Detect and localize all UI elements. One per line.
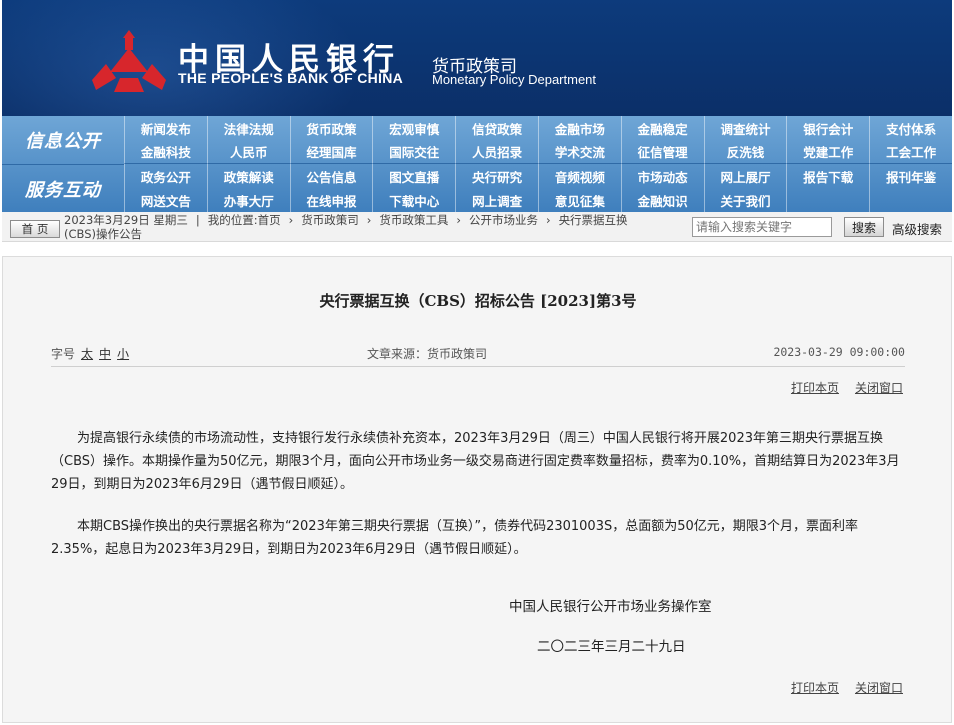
article-tools-bottom: 打印本页 关闭窗口 bbox=[775, 679, 903, 696]
breadcrumb-bar: 首 页 2023年3月29日 星期三 | 我的位置:首页 › 货币政策司 › 货币政策工具 ›… bbox=[2, 212, 952, 242]
nav-item[interactable]: 金融知识 bbox=[620, 188, 704, 212]
print-page-link[interactable]: 打印本页 bbox=[791, 681, 839, 695]
nav-item[interactable]: 新闻发布 bbox=[124, 116, 207, 140]
article-title: 央行票据互换（CBS）招标公告 [2023]第3号 bbox=[319, 292, 637, 310]
nav-grid: 新闻发布 法律法规 货币政策 宏观审慎 信贷政策 金融市场 金融稳定 调查统计 银行会计 支付体系… bbox=[124, 116, 952, 212]
nav-item[interactable]: 征信管理 bbox=[620, 140, 704, 164]
nav-item[interactable]: 经理国库 bbox=[289, 140, 373, 164]
article-paragraph: 为提高银行永续债的市场流动性，支持银行发行永续债补充资本，2023年3月29日（… bbox=[51, 431, 900, 492]
nav-item[interactable]: 图文直播 bbox=[372, 164, 455, 188]
nav-item[interactable]: 工会工作 bbox=[869, 140, 952, 164]
nav-item[interactable]: 政务公开 bbox=[124, 164, 207, 188]
nav-item[interactable]: 关于我们 bbox=[703, 188, 787, 212]
main-nav: 信息公开 服务互动 新闻发布 法律法规 货币政策 宏观审慎 信贷政策 金融市场 金融稳定 调查… bbox=[2, 116, 952, 212]
print-page-link[interactable]: 打印本页 bbox=[791, 381, 839, 395]
nav-section-service-interaction: 服务互动 bbox=[2, 164, 124, 212]
nav-item bbox=[786, 188, 869, 212]
nav-item[interactable]: 网上展厅 bbox=[703, 164, 787, 188]
nav-item[interactable]: 金融市场 bbox=[537, 116, 621, 140]
font-size-label: 字号 bbox=[51, 347, 76, 361]
nav-item[interactable]: 反洗钱 bbox=[703, 140, 787, 164]
signature-org: 中国人民银行公开市场业务操作室 bbox=[509, 599, 712, 615]
nav-item[interactable]: 办事大厅 bbox=[206, 188, 290, 212]
dept-name-en: Monetary Policy Department bbox=[432, 72, 597, 87]
font-size-control: 字号太中小 bbox=[51, 345, 129, 362]
pboc-logo-icon bbox=[92, 30, 166, 92]
breadcrumb-current: (CBS)操作公告 bbox=[64, 227, 142, 241]
nav-item[interactable]: 法律法规 bbox=[206, 116, 290, 140]
nav-item[interactable]: 人员招录 bbox=[455, 140, 538, 164]
article-panel: 央行票据互换（CBS）招标公告 [2023]第3号 字号太中小 文章来源：货币政… bbox=[2, 256, 952, 723]
font-size-medium[interactable]: 中 bbox=[99, 347, 111, 361]
advanced-search-link[interactable]: 高级搜索 bbox=[892, 219, 942, 238]
nav-item[interactable]: 报刊年鉴 bbox=[869, 164, 952, 188]
home-button[interactable]: 首 页 bbox=[10, 220, 60, 238]
signature-date: 二〇二三年三月二十九日 bbox=[537, 639, 686, 655]
article-datetime: 2023-03-29 09:00:00 bbox=[773, 345, 905, 359]
nav-item[interactable]: 学术交流 bbox=[537, 140, 621, 164]
article-meta: 字号太中小 文章来源：货币政策司 2023-03-29 09:00:00 bbox=[51, 345, 905, 367]
nav-item[interactable]: 信贷政策 bbox=[455, 116, 538, 140]
nav-item[interactable]: 意见征集 bbox=[537, 188, 621, 212]
nav-item[interactable]: 支付体系 bbox=[869, 116, 952, 140]
header-banner: 中国人民银行 THE PEOPLE'S BANK OF CHINA 货币政策司 … bbox=[2, 0, 952, 116]
nav-item bbox=[869, 188, 952, 212]
nav-item[interactable]: 国际交往 bbox=[372, 140, 456, 164]
nav-item[interactable]: 公告信息 bbox=[289, 164, 373, 188]
nav-item[interactable]: 政策解读 bbox=[206, 164, 290, 188]
nav-item[interactable]: 人民币 bbox=[206, 140, 290, 164]
font-size-large[interactable]: 太 bbox=[81, 347, 93, 361]
nav-item[interactable]: 市场动态 bbox=[620, 164, 704, 188]
nav-item[interactable]: 央行研究 bbox=[455, 164, 538, 188]
nav-item[interactable]: 调查统计 bbox=[703, 116, 787, 140]
search-input[interactable] bbox=[692, 217, 832, 237]
nav-item[interactable]: 网上调查 bbox=[455, 188, 538, 212]
nav-item[interactable]: 党建工作 bbox=[786, 140, 870, 164]
breadcrumb: 2023年3月29日 星期三 | 我的位置:首页 › 货币政策司 › 货币政策工具 › 公开市场… bbox=[64, 213, 628, 241]
article-source: 文章来源：货币政策司 bbox=[367, 347, 488, 361]
nav-item[interactable]: 金融稳定 bbox=[620, 116, 704, 140]
nav-item[interactable]: 货币政策 bbox=[289, 116, 373, 140]
close-window-link[interactable]: 关闭窗口 bbox=[855, 681, 903, 695]
breadcrumb-item[interactable]: 货币政策工具 bbox=[379, 213, 448, 227]
font-size-small[interactable]: 小 bbox=[117, 347, 129, 361]
close-window-link[interactable]: 关闭窗口 bbox=[855, 381, 903, 395]
nav-item[interactable]: 银行会计 bbox=[786, 116, 869, 140]
nav-item[interactable]: 下载中心 bbox=[372, 188, 455, 212]
nav-item[interactable]: 报告下载 bbox=[786, 164, 869, 188]
nav-item[interactable]: 音频视频 bbox=[537, 164, 621, 188]
org-name-en: THE PEOPLE'S BANK OF CHINA bbox=[178, 70, 404, 86]
breadcrumb-location[interactable]: 我的位置:首页 bbox=[208, 213, 281, 227]
breadcrumb-item[interactable]: 公开市场业务 bbox=[469, 213, 538, 227]
breadcrumb-item[interactable]: 央行票据互换 bbox=[559, 213, 628, 227]
article-tools-top: 打印本页 关闭窗口 bbox=[775, 379, 903, 396]
nav-section-info-disclosure: 信息公开 bbox=[25, 131, 101, 152]
nav-item[interactable]: 金融科技 bbox=[124, 140, 207, 164]
breadcrumb-item[interactable]: 货币政策司 bbox=[301, 213, 359, 227]
current-date: 2023年3月29日 星期三 bbox=[64, 213, 188, 227]
article-paragraph: 本期CBS操作换出的央行票据名称为“2023年第三期央行票据（互换）”，债券代码… bbox=[51, 519, 859, 557]
nav-item[interactable]: 网送文告 bbox=[124, 188, 207, 212]
search-button[interactable]: 搜索 bbox=[844, 217, 884, 237]
nav-item[interactable]: 在线申报 bbox=[289, 188, 373, 212]
nav-item[interactable]: 宏观审慎 bbox=[372, 116, 455, 140]
